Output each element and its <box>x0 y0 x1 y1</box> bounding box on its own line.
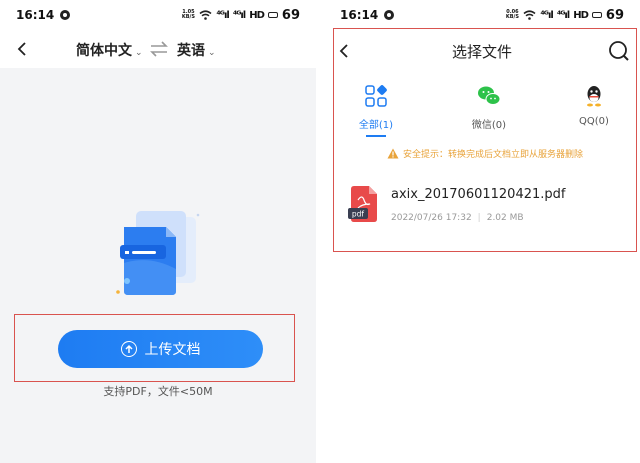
tab-label: QQ(0) <box>579 116 609 127</box>
page-title: 选择文件 <box>451 43 512 61</box>
search-icon[interactable] <box>608 40 630 62</box>
svg-text:pdf: pdf <box>352 210 365 219</box>
target-language-select[interactable]: 英语 ⌄ <box>177 40 216 60</box>
chevron-down-icon: ⌄ <box>135 48 143 58</box>
hd-label: HD <box>573 9 589 21</box>
security-notice: 安全提示：转换完成后文档立即从服务器删除 <box>334 143 636 163</box>
qq-icon <box>587 86 601 107</box>
warning-icon <box>387 148 399 158</box>
left-screen: 16:14 1.05 KB/S ⁴ᴳıl ⁴ᴳıl HD 69 简体中文 ⌄ 英语 ⌄ <box>0 0 316 463</box>
network-speed: 1.05 KB/S <box>181 9 195 20</box>
tab-label: 微信(0) <box>471 120 507 131</box>
upload-arrow-icon <box>120 341 137 357</box>
signal-icon: ⁴ᴳıl <box>540 9 553 21</box>
upload-document-button[interactable]: 上传文档 <box>58 330 263 368</box>
meta-divider: | <box>477 213 481 223</box>
battery-icon <box>267 12 278 18</box>
source-tabs: 全部(1) 微信(0) QQ(0) <box>334 82 636 142</box>
wifi-icon <box>199 10 212 20</box>
file-date: 2022/07/26 17:32 <box>391 213 472 223</box>
battery-level: 69 <box>281 7 300 23</box>
tab-label: 全部(1) <box>358 120 394 131</box>
network-speed: 0.06 KB/S <box>505 9 519 20</box>
wechat-icon <box>478 86 501 105</box>
status-time: 16:14 <box>340 8 379 22</box>
wifi-icon <box>523 10 536 20</box>
tab-qq[interactable]: QQ(0) <box>554 82 634 140</box>
notification-icon <box>60 10 71 20</box>
file-name: axix_20170601120421.pdf <box>391 187 566 202</box>
back-arrow-icon[interactable] <box>14 40 32 58</box>
grid-icon <box>365 85 387 107</box>
file-size: 2.02 MB <box>486 213 524 223</box>
upload-button-label: 上传文档 <box>144 342 201 358</box>
status-time: 16:14 <box>16 8 55 22</box>
security-notice-text: 安全提示：转换完成后文档立即从服务器删除 <box>402 149 583 160</box>
tab-all[interactable]: 全部(1) <box>336 82 416 140</box>
file-list-item[interactable]: pdf axix_20170601120421.pdf 2022/07/26 1… <box>334 178 636 228</box>
document-illustration-icon <box>116 211 200 295</box>
hd-label: HD <box>249 9 265 21</box>
battery-level: 69 <box>605 7 624 23</box>
tab-wechat[interactable]: 微信(0) <box>449 82 529 140</box>
source-language-select[interactable]: 简体中文 ⌄ <box>76 40 143 60</box>
status-bar: 16:14 0.06 KB/S ⁴ᴳıl ⁴ᴳıl HD 69 <box>324 0 640 30</box>
file-meta: 2022/07/26 17:32 | 2.02 MB <box>391 213 524 223</box>
status-bar: 16:14 1.05 KB/S ⁴ᴳıl ⁴ᴳıl HD 69 <box>0 0 316 30</box>
signal-icon: ⁴ᴳıl <box>556 9 570 21</box>
upload-hint: 支持PDF，文件<50M <box>103 385 213 398</box>
language-header: 简体中文 ⌄ 英语 ⌄ <box>0 30 316 68</box>
battery-icon <box>591 12 602 18</box>
pdf-file-icon: pdf <box>348 186 377 222</box>
active-tab-indicator <box>366 135 386 137</box>
notification-icon <box>384 10 395 20</box>
right-screen: 16:14 0.06 KB/S ⁴ᴳıl ⁴ᴳıl HD 69 选择文件 全部(1… <box>324 0 640 463</box>
signal-icon: ⁴ᴳıl <box>216 9 229 21</box>
chevron-down-icon: ⌄ <box>208 48 216 58</box>
swap-language-icon[interactable] <box>149 40 169 58</box>
signal-icon: ⁴ᴳıl <box>232 9 246 21</box>
